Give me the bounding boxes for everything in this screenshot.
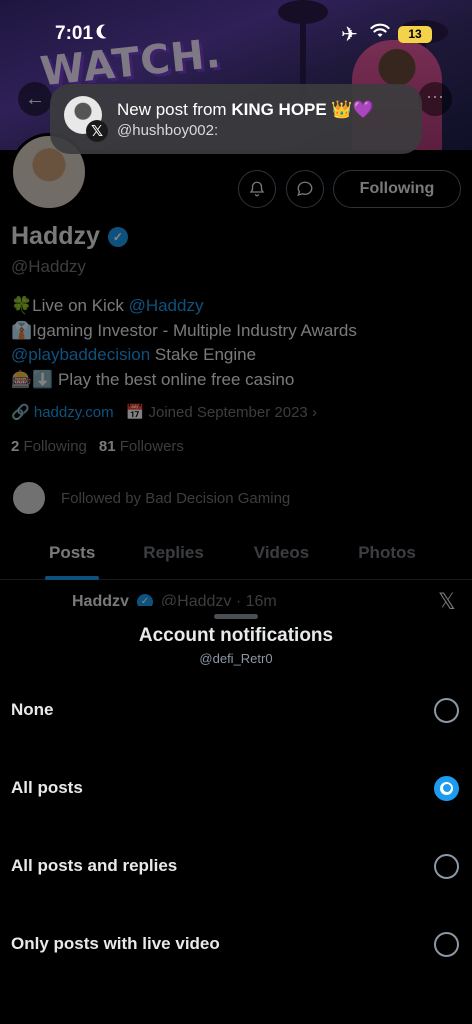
- option-label: All posts: [11, 778, 83, 797]
- radio-button[interactable]: [434, 931, 459, 957]
- option-all-posts-and-replies[interactable]: All posts and replies: [0, 828, 472, 904]
- option-label: Only posts with live video: [11, 934, 220, 953]
- moon-icon: [99, 22, 117, 40]
- battery-indicator: 13: [398, 26, 432, 43]
- x-logo-icon: 𝕏: [86, 120, 108, 142]
- notification-title: New post from KING HOPE 👑💜: [117, 100, 374, 120]
- notification-title-prefix: New post from: [117, 100, 232, 119]
- option-none[interactable]: None: [0, 672, 472, 748]
- radio-button[interactable]: [434, 697, 459, 723]
- radio-button[interactable]: [434, 853, 459, 879]
- option-label: All posts and replies: [11, 856, 178, 875]
- status-bar: 7:01 ✈ 13: [0, 0, 472, 60]
- notification-title-name: KING HOPE 👑💜: [231, 100, 374, 119]
- option-all-posts[interactable]: All posts: [0, 750, 472, 826]
- sheet-subtitle: @defi_Retr0: [199, 651, 273, 666]
- airplane-mode-icon: ✈: [341, 22, 358, 46]
- notification-subtitle: @hushboy002:: [117, 122, 219, 139]
- sheet-grabber[interactable]: [214, 614, 258, 619]
- option-label: None: [11, 700, 54, 719]
- option-live-video-only[interactable]: Only posts with live video: [0, 906, 472, 982]
- sheet-title: Account notifications: [138, 625, 334, 646]
- account-notifications-sheet: Account notifications @defi_Retr0 None A…: [0, 606, 472, 1024]
- push-notification[interactable]: 𝕏 New post from KING HOPE 👑💜 @hushboy002…: [50, 84, 422, 154]
- status-time: 7:01: [55, 23, 94, 44]
- radio-button-selected[interactable]: [434, 775, 459, 801]
- wifi-icon: [370, 23, 390, 37]
